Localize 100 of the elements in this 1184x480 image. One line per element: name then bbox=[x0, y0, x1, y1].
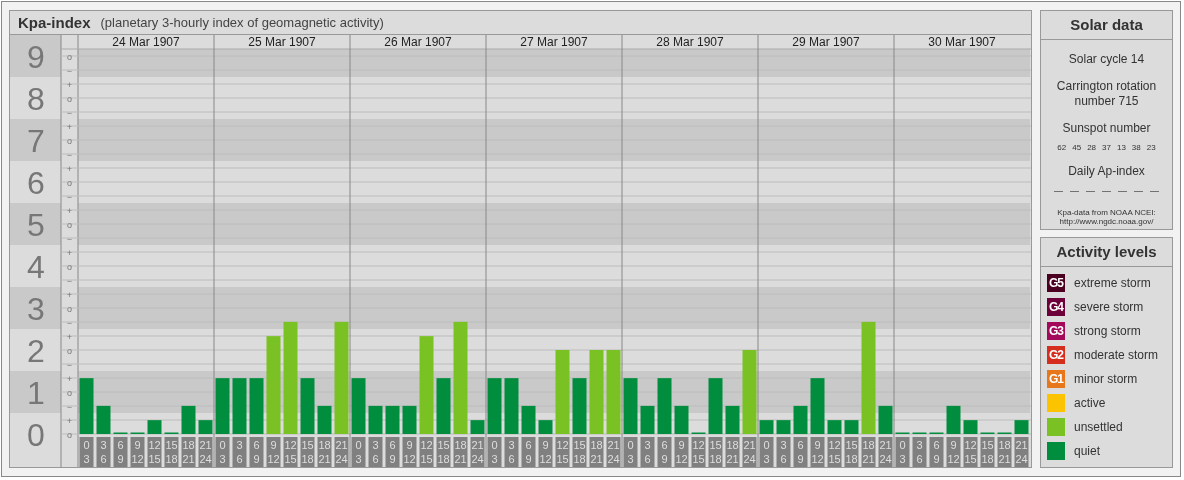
x-tick-label: 0 3 bbox=[627, 439, 634, 465]
kp-bar bbox=[844, 420, 859, 434]
x-tick-label: 6 9 bbox=[253, 439, 260, 465]
kp-bar bbox=[198, 420, 213, 434]
kp-bar bbox=[147, 420, 162, 434]
kp-bar bbox=[708, 378, 723, 434]
sunspot-value: 62 bbox=[1057, 143, 1067, 152]
sublevel-mark: − bbox=[66, 192, 73, 202]
time-slot-label: 21 24 bbox=[742, 437, 757, 467]
y-axis-label: 5 bbox=[27, 207, 45, 243]
kp-bar bbox=[1014, 420, 1029, 434]
level-swatch: G4 bbox=[1047, 298, 1065, 316]
x-tick-label: 3 6 bbox=[372, 439, 379, 465]
time-slot-label: 3 6 bbox=[368, 437, 383, 467]
x-tick-label: 6 9 bbox=[389, 439, 396, 465]
time-slot-label: 0 3 bbox=[351, 437, 366, 467]
time-slot-label: 0 3 bbox=[759, 437, 774, 467]
kp-bar bbox=[504, 378, 519, 434]
y-axis-label: 1 bbox=[27, 375, 45, 411]
time-slot-label: 15 18 bbox=[436, 437, 451, 467]
x-tick-label: 0 3 bbox=[491, 439, 498, 465]
time-slot-label: 12 15 bbox=[827, 437, 842, 467]
level-label: minor storm bbox=[1074, 372, 1138, 386]
kp-bar bbox=[351, 378, 366, 434]
x-tick-label: 3 6 bbox=[100, 439, 107, 465]
time-slot-label: 0 3 bbox=[487, 437, 502, 467]
sublevel-mark: − bbox=[66, 318, 73, 328]
x-tick-label: 3 6 bbox=[508, 439, 515, 465]
sublevel-mark: o bbox=[67, 136, 72, 146]
x-tick-label: 0 3 bbox=[83, 439, 90, 465]
kp-bar bbox=[232, 378, 247, 434]
x-tick-label: 3 6 bbox=[236, 439, 243, 465]
x-tick-label: 6 9 bbox=[525, 439, 532, 465]
date-label: 25 Mar 1907 bbox=[248, 35, 316, 49]
x-tick-label: 0 3 bbox=[899, 439, 906, 465]
y-axis-label: 7 bbox=[27, 123, 45, 159]
sunspot-value: 45 bbox=[1072, 143, 1082, 152]
y-axis-label: 6 bbox=[27, 165, 45, 201]
sublevel-mark: + bbox=[66, 80, 73, 90]
kp-bar bbox=[759, 420, 774, 434]
x-tick-label: 6 9 bbox=[661, 439, 668, 465]
sublevel-mark: − bbox=[66, 276, 73, 286]
time-slot-label: 9 12 bbox=[946, 437, 961, 467]
kp-bar bbox=[249, 378, 264, 434]
time-slot-label: 12 15 bbox=[963, 437, 978, 467]
time-slot-label: 3 6 bbox=[96, 437, 111, 467]
time-slot-label: 9 12 bbox=[266, 437, 281, 467]
x-tick-label: 0 3 bbox=[355, 439, 362, 465]
time-slot-label: 18 21 bbox=[317, 437, 332, 467]
sublevel-mark: + bbox=[66, 374, 73, 384]
y-axis-label: 4 bbox=[27, 249, 45, 285]
kp-bar bbox=[572, 378, 587, 434]
time-slot-label: 15 18 bbox=[300, 437, 315, 467]
sublevel-mark: o bbox=[67, 262, 72, 272]
time-slot-label: 21 24 bbox=[606, 437, 621, 467]
kp-bar bbox=[79, 378, 94, 434]
time-slot-label: 0 3 bbox=[623, 437, 638, 467]
y-axis-label: 8 bbox=[27, 81, 45, 117]
date-label: 29 Mar 1907 bbox=[792, 35, 860, 49]
date-label: 24 Mar 1907 bbox=[112, 35, 180, 49]
x-tick-label: 0 3 bbox=[763, 439, 770, 465]
time-slot-label: 6 9 bbox=[657, 437, 672, 467]
sublevel-mark: + bbox=[66, 164, 73, 174]
kp-bar bbox=[470, 420, 485, 434]
time-slot-label: 18 21 bbox=[589, 437, 604, 467]
time-slot-label: 0 3 bbox=[215, 437, 230, 467]
y-axis-label: 0 bbox=[27, 417, 45, 453]
time-slot-label: 3 6 bbox=[912, 437, 927, 467]
y-axis-label: 3 bbox=[27, 291, 45, 327]
kp-bar bbox=[657, 378, 672, 434]
time-slot-label: 18 21 bbox=[861, 437, 876, 467]
level-band bbox=[10, 203, 61, 245]
level-label: active bbox=[1074, 396, 1106, 410]
sublevel-mark: o bbox=[67, 178, 72, 188]
level-label: severe storm bbox=[1074, 300, 1144, 314]
ap-value: — bbox=[1054, 186, 1063, 196]
source-text: Kpa-data from NOAA NCEI: bbox=[1057, 208, 1156, 217]
sunspot-value: 28 bbox=[1087, 143, 1097, 152]
kp-bar bbox=[810, 378, 825, 434]
kp-bar bbox=[436, 378, 451, 434]
time-slot-label: 21 24 bbox=[198, 437, 213, 467]
date-label: 30 Mar 1907 bbox=[928, 35, 996, 49]
level-swatch: G5 bbox=[1047, 274, 1065, 292]
kp-bar bbox=[300, 378, 315, 434]
level-band bbox=[10, 35, 61, 77]
level-band bbox=[10, 119, 61, 161]
solar-cycle-text: Solar cycle 14 bbox=[1068, 52, 1145, 67]
source-link[interactable]: http://www.ngdc.noaa.gov/ bbox=[1059, 217, 1154, 226]
panel-title: Activity levels bbox=[1041, 238, 1172, 267]
time-slot-label: 6 9 bbox=[521, 437, 536, 467]
sublevel-mark: o bbox=[67, 94, 72, 104]
time-slot-label: 6 9 bbox=[385, 437, 400, 467]
panel-title: Solar data bbox=[1041, 11, 1172, 40]
level-label: strong storm bbox=[1074, 324, 1141, 338]
sublevel-mark: o bbox=[67, 52, 72, 62]
time-slot-label: 21 24 bbox=[470, 437, 485, 467]
time-slot-label: 9 12 bbox=[130, 437, 145, 467]
sunspot-value: 38 bbox=[1131, 143, 1141, 152]
date-label: 28 Mar 1907 bbox=[656, 35, 724, 49]
sublevel-mark: o bbox=[67, 220, 72, 230]
